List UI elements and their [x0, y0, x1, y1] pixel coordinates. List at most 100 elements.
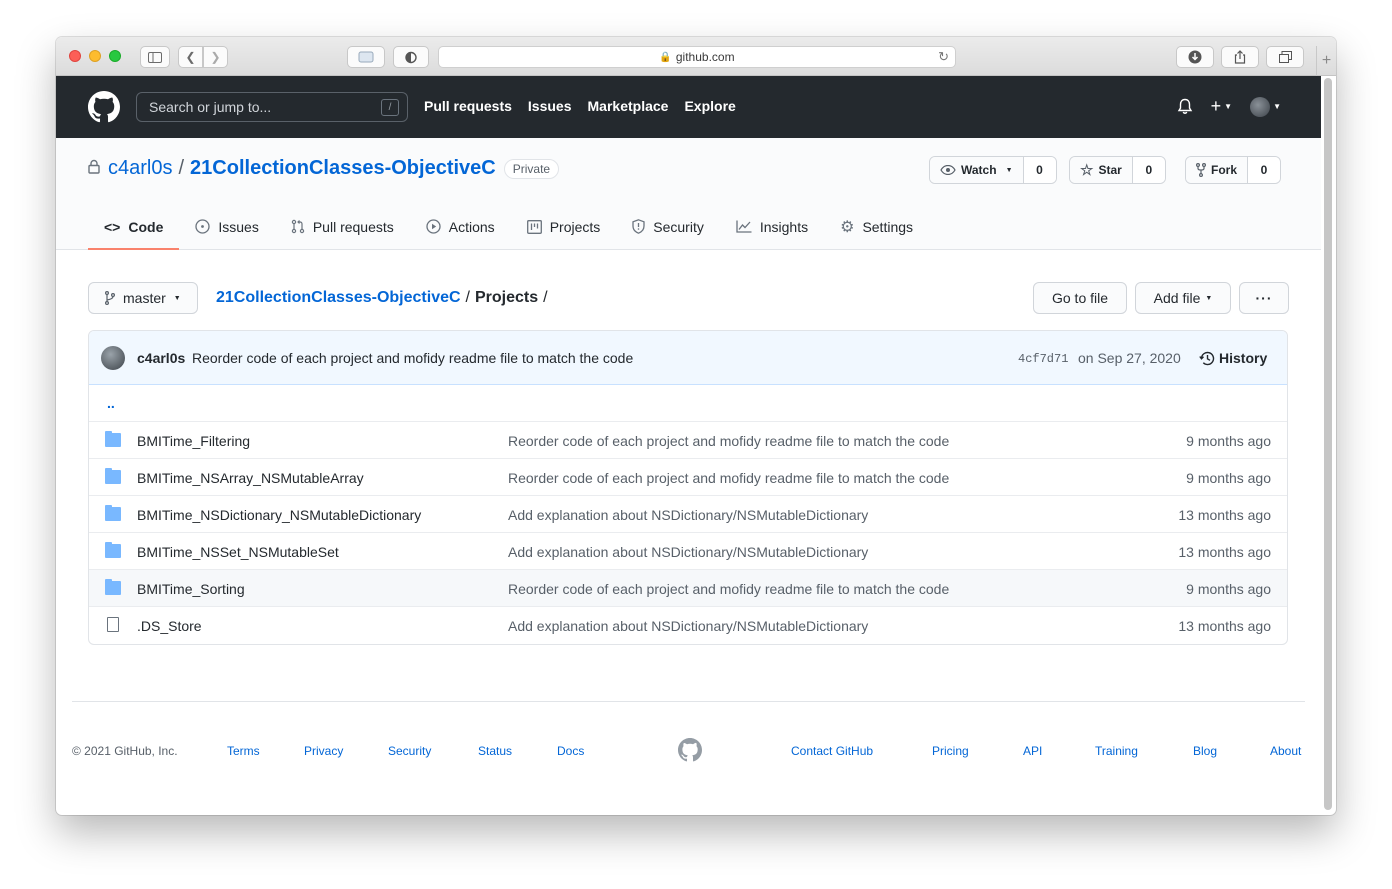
project-icon: [526, 219, 542, 234]
tab-actions[interactable]: Actions: [410, 205, 511, 250]
tab-issues[interactable]: Issues: [179, 205, 274, 250]
file-name-link[interactable]: BMITime_NSDictionary_NSMutableDictionary: [137, 507, 421, 523]
nav-marketplace[interactable]: Marketplace: [588, 98, 669, 114]
file-name-link[interactable]: .DS_Store: [137, 618, 202, 634]
repo-owner-link[interactable]: c4arl0s: [108, 157, 172, 180]
star-control: ☆ Star 0: [1069, 156, 1166, 184]
footer-link-security[interactable]: Security: [388, 744, 431, 758]
footer-link-contact[interactable]: Contact GitHub: [791, 744, 873, 758]
share-icon: [1234, 50, 1246, 64]
downloads-button[interactable]: [1176, 46, 1214, 68]
folder-icon: [105, 468, 121, 484]
commit-author[interactable]: c4arl0s: [137, 350, 185, 366]
add-file-button[interactable]: Add file ▼: [1135, 282, 1231, 314]
search-shortcut-hint: /: [381, 99, 399, 116]
user-menu-dropdown[interactable]: ▼: [1250, 96, 1281, 117]
file-name-link[interactable]: BMITime_NSArray_NSMutableArray: [137, 470, 364, 486]
history-link[interactable]: History: [1199, 350, 1267, 366]
bell-icon[interactable]: [1177, 98, 1193, 115]
visibility-badge: Private: [503, 158, 560, 179]
extension-icon: [358, 51, 374, 63]
zoom-window-button[interactable]: [109, 50, 121, 62]
privacy-button[interactable]: [393, 46, 429, 68]
tab-code[interactable]: <> Code: [88, 205, 180, 250]
avatar[interactable]: [101, 346, 125, 370]
file-commit-message[interactable]: Reorder code of each project and mofidy …: [508, 433, 949, 449]
tab-label: Insights: [759, 218, 809, 235]
close-window-button[interactable]: [69, 50, 81, 62]
footer-link-terms[interactable]: Terms: [227, 744, 260, 758]
nav-pull-requests[interactable]: Pull requests: [424, 98, 512, 114]
sidebar-icon: [148, 51, 162, 63]
parent-directory-link[interactable]: ..: [89, 385, 1287, 422]
github-mark-icon[interactable]: [678, 738, 702, 762]
tab-pull-requests[interactable]: Pull requests: [275, 205, 410, 250]
more-options-button[interactable]: ···: [1239, 282, 1289, 314]
forward-button[interactable]: ❯: [203, 46, 228, 68]
tab-insights[interactable]: Insights: [720, 205, 824, 250]
footer-link-blog[interactable]: Blog: [1193, 744, 1217, 758]
tab-settings[interactable]: ⚙ Settings: [824, 205, 929, 250]
sidebar-toggle-button[interactable]: [140, 46, 170, 68]
file-commit-message[interactable]: Add explanation about NSDictionary/NSMut…: [508, 618, 868, 634]
github-logo-icon[interactable]: [88, 91, 120, 123]
fork-button[interactable]: Fork: [1186, 157, 1249, 183]
branch-select-button[interactable]: master ▼: [88, 282, 198, 314]
footer-link-about[interactable]: About: [1270, 744, 1301, 758]
file-commit-message[interactable]: Reorder code of each project and mofidy …: [508, 581, 949, 597]
header-actions: + ▼ ▼: [1177, 96, 1281, 117]
commit-message[interactable]: Reorder code of each project and mofidy …: [192, 350, 633, 366]
star-button[interactable]: ☆ Star: [1070, 157, 1133, 183]
share-button[interactable]: [1221, 46, 1259, 68]
commit-date: on Sep 27, 2020: [1078, 350, 1181, 366]
repo-title: c4arl0s / 21CollectionClasses-ObjectiveC…: [88, 157, 560, 180]
new-tab-button[interactable]: +: [1316, 46, 1336, 76]
tab-security[interactable]: Security: [616, 205, 720, 250]
search-input[interactable]: Search or jump to... /: [136, 92, 408, 122]
chevron-right-icon: ❯: [210, 50, 221, 64]
reload-icon[interactable]: ↻: [938, 49, 949, 65]
nav-issues[interactable]: Issues: [528, 98, 572, 114]
minimize-window-button[interactable]: [89, 50, 101, 62]
nav-explore[interactable]: Explore: [684, 98, 735, 114]
breadcrumb-repo-link[interactable]: 21CollectionClasses-ObjectiveC: [216, 289, 461, 307]
watch-button[interactable]: Watch ▼: [930, 157, 1024, 183]
file-name-link[interactable]: BMITime_Filtering: [137, 433, 250, 449]
back-button[interactable]: ❮: [178, 46, 203, 68]
file-age: 9 months ago: [1186, 581, 1271, 597]
graph-icon: [736, 220, 752, 233]
repo-name-link[interactable]: 21CollectionClasses-ObjectiveC: [190, 157, 496, 180]
watch-count[interactable]: 0: [1023, 157, 1056, 183]
add-file-label: Add file: [1153, 290, 1201, 306]
caret-down-icon: ▼: [1005, 166, 1013, 174]
folder-icon: [105, 505, 121, 521]
star-count[interactable]: 0: [1132, 157, 1165, 183]
download-icon: [1188, 50, 1202, 64]
footer-link-pricing[interactable]: Pricing: [932, 744, 969, 758]
file-commit-message[interactable]: Add explanation about NSDictionary/NSMut…: [508, 507, 868, 523]
folder-icon: [105, 542, 121, 558]
tab-projects[interactable]: Projects: [511, 205, 617, 250]
file-name-link[interactable]: BMITime_Sorting: [137, 581, 245, 597]
file-list: c4arl0s Reorder code of each project and…: [88, 330, 1288, 645]
caret-down-icon: ▼: [173, 294, 181, 302]
fork-count[interactable]: 0: [1248, 157, 1281, 183]
address-bar[interactable]: 🔒 github.com ↻: [438, 46, 956, 68]
footer-link-training[interactable]: Training: [1095, 744, 1138, 758]
caret-down-icon: ▼: [1224, 102, 1233, 111]
footer-link-docs[interactable]: Docs: [557, 744, 584, 758]
file-commit-message[interactable]: Reorder code of each project and mofidy …: [508, 470, 949, 486]
create-new-dropdown[interactable]: + ▼: [1211, 96, 1232, 117]
star-label: Star: [1098, 163, 1122, 177]
commit-sha[interactable]: 4cf7d71: [1018, 352, 1068, 366]
footer-link-privacy[interactable]: Privacy: [304, 744, 343, 758]
vertical-scrollbar[interactable]: [1324, 78, 1332, 810]
footer-link-api[interactable]: API: [1023, 744, 1042, 758]
file-name-link[interactable]: BMITime_NSSet_NSMutableSet: [137, 544, 339, 560]
tabs-overview-button[interactable]: [1266, 46, 1304, 68]
file-commit-message[interactable]: Add explanation about NSDictionary/NSMut…: [508, 544, 868, 560]
go-to-file-button[interactable]: Go to file: [1033, 282, 1127, 314]
footer-link-status[interactable]: Status: [478, 744, 512, 758]
table-row: BMITime_NSArray_NSMutableArray Reorder c…: [89, 459, 1287, 496]
extension-button[interactable]: [347, 46, 385, 68]
